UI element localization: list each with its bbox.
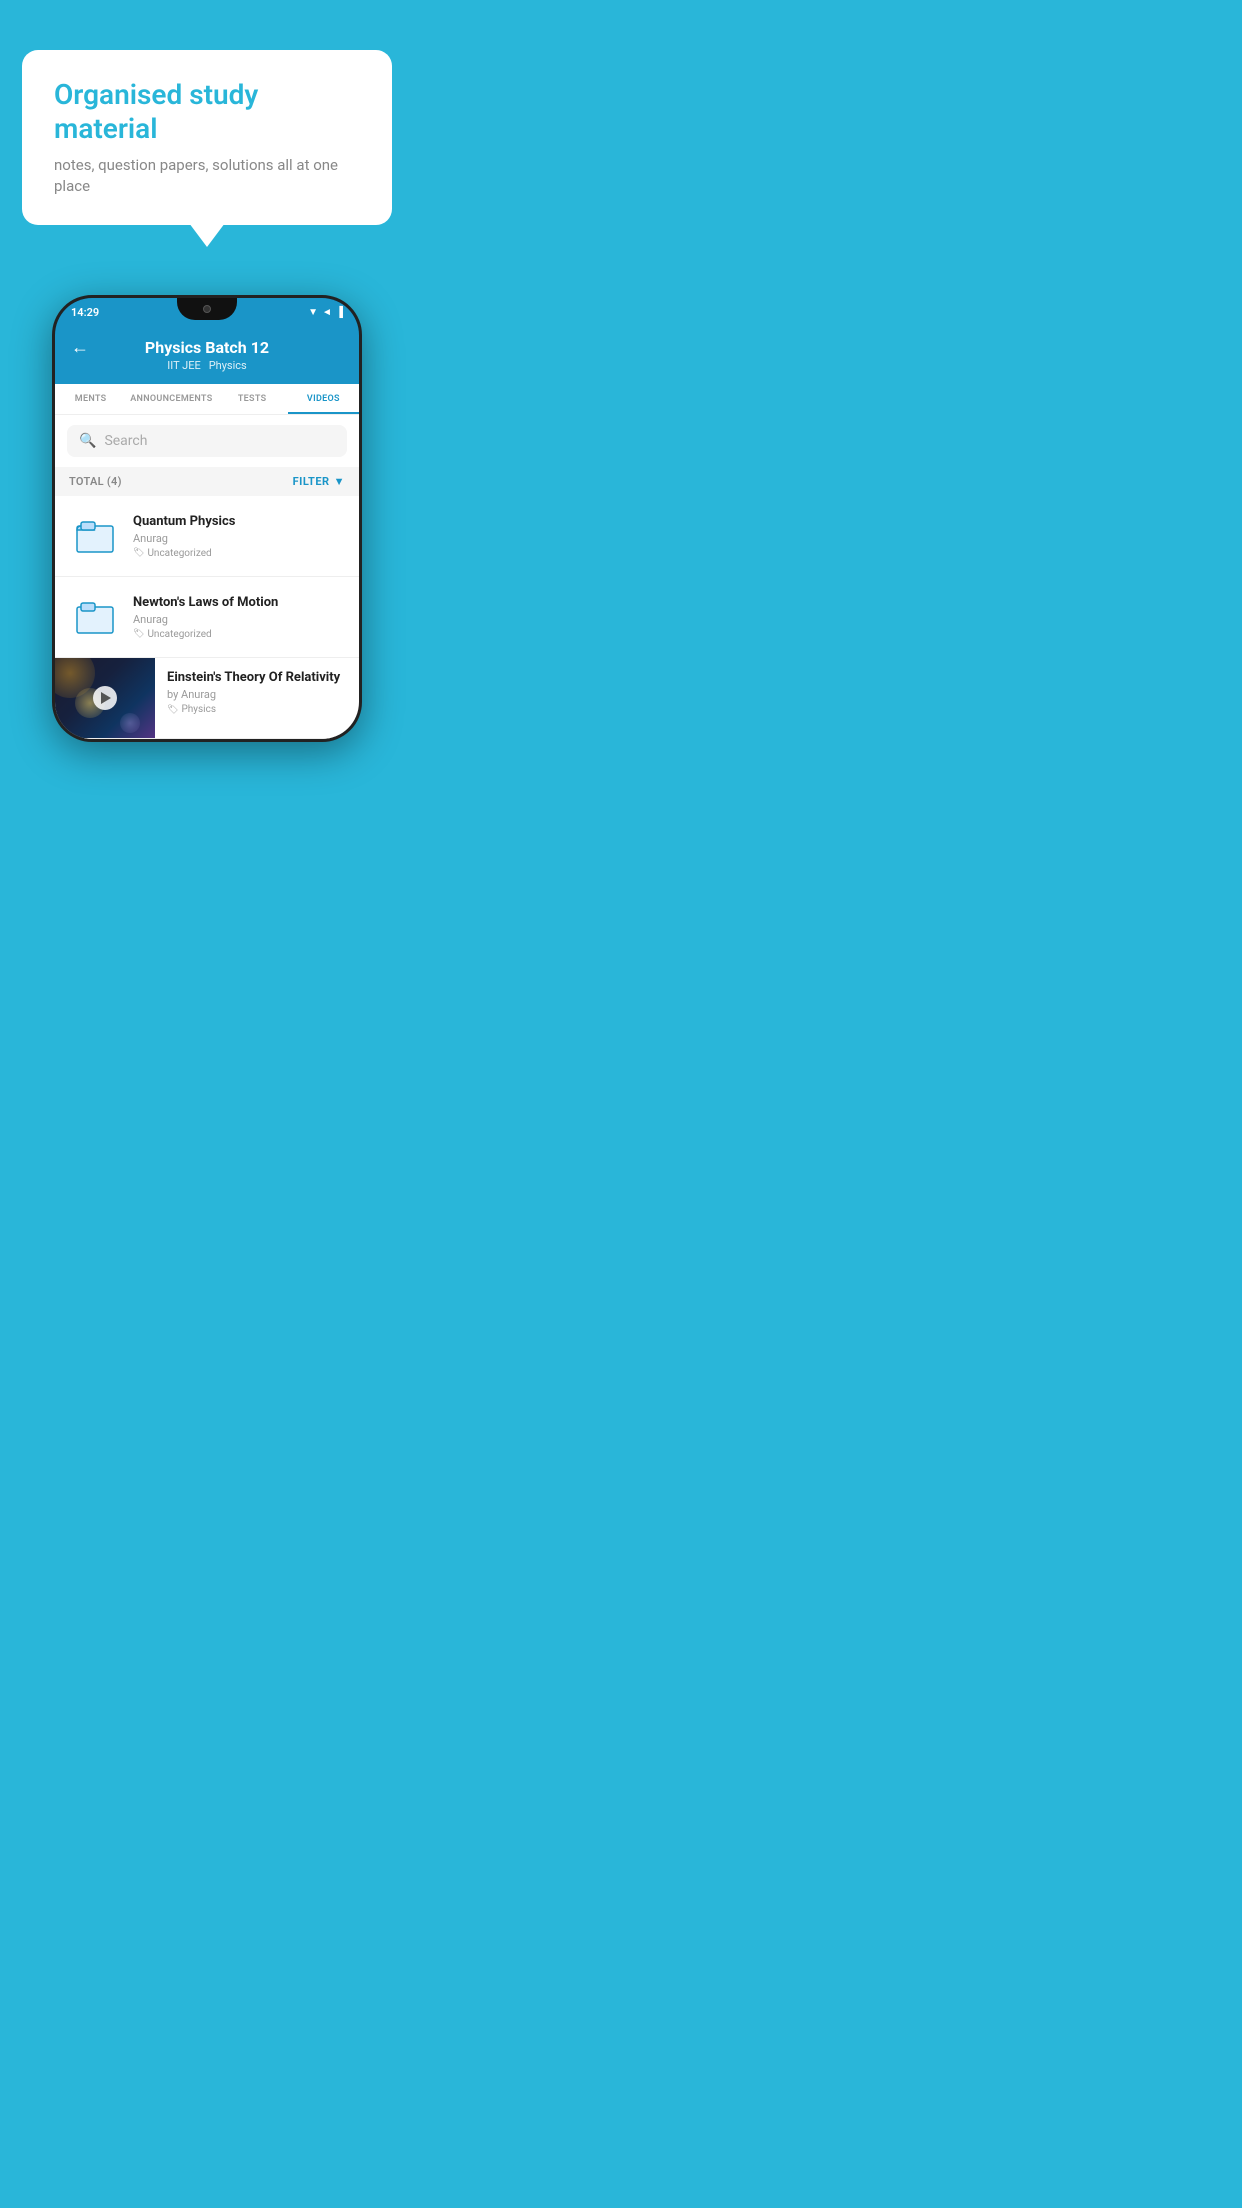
video-title-3: Einstein's Theory Of Relativity — [167, 670, 347, 685]
camera — [203, 305, 211, 313]
list-item[interactable]: Einstein's Theory Of Relativity by Anura… — [55, 658, 359, 739]
header-subtitle: IIT JEE Physics — [167, 359, 246, 372]
total-count: TOTAL (4) — [69, 475, 122, 488]
phone-wrapper: 14:29 ▼ ◄ ▐ ← Physics Batch 12 IIT JEE P… — [0, 255, 414, 742]
header-title: Physics Batch 12 — [145, 338, 269, 357]
signal-icon: ◄ — [322, 307, 332, 318]
tag-label-2: Uncategorized — [147, 629, 211, 640]
filter-bar: TOTAL (4) FILTER ▼ — [55, 467, 359, 496]
volume-up-button — [52, 408, 54, 430]
video-info-3: Einstein's Theory Of Relativity by Anura… — [155, 658, 359, 727]
video-info-1: Quantum Physics Anurag 🏷 Uncategorized — [133, 514, 345, 559]
tag-label-3: Physics — [181, 704, 216, 715]
search-input-wrap[interactable]: 🔍 Search — [67, 425, 347, 457]
phone-frame: 14:29 ▼ ◄ ▐ ← Physics Batch 12 IIT JEE P… — [52, 295, 362, 742]
status-icons: ▼ ◄ ▐ — [308, 307, 343, 318]
video-info-2: Newton's Laws of Motion Anurag 🏷 Uncateg… — [133, 595, 345, 640]
filter-button[interactable]: FILTER ▼ — [293, 475, 345, 488]
video-title-2: Newton's Laws of Motion — [133, 595, 345, 610]
tag-label-1: Uncategorized — [147, 548, 211, 559]
back-button[interactable]: ← — [71, 337, 89, 358]
notch — [177, 298, 237, 320]
header-top: ← Physics Batch 12 — [71, 338, 343, 357]
video-list: Quantum Physics Anurag 🏷 Uncategorized — [55, 496, 359, 739]
folder-thumb-1 — [69, 510, 121, 562]
tab-ments[interactable]: MENTS — [55, 384, 126, 414]
video-tag-1: 🏷 Uncategorized — [133, 548, 345, 559]
search-container: 🔍 Search — [55, 415, 359, 467]
bubble-subtitle: notes, question papers, solutions all at… — [54, 155, 360, 197]
hero-section: Organised study material notes, question… — [0, 0, 414, 255]
video-thumbnail-3 — [55, 658, 155, 738]
list-item[interactable]: Quantum Physics Anurag 🏷 Uncategorized — [55, 496, 359, 577]
side-buttons-right — [360, 438, 362, 468]
video-author-2: Anurag — [133, 613, 345, 626]
battery-icon: ▐ — [336, 307, 343, 318]
tag-icon-2: 🏷 — [133, 629, 144, 639]
list-item[interactable]: Newton's Laws of Motion Anurag 🏷 Uncateg… — [55, 577, 359, 658]
status-bar: 14:29 ▼ ◄ ▐ — [55, 298, 359, 326]
filter-label: FILTER — [293, 475, 330, 488]
glow-circle-3 — [120, 713, 140, 733]
bubble-title: Organised study material — [54, 78, 360, 145]
tag-icon-3: 🏷 — [167, 705, 178, 715]
search-placeholder: Search — [104, 433, 147, 449]
tab-tests[interactable]: TESTS — [216, 384, 287, 414]
folder-icon — [75, 599, 115, 635]
side-buttons-left — [52, 408, 54, 460]
header-subtitle-physics: Physics — [209, 359, 247, 372]
video-author-3: by Anurag — [167, 688, 347, 701]
header-subtitle-iitjee: IIT JEE — [167, 359, 200, 372]
video-tag-3: 🏷 Physics — [167, 704, 347, 715]
video-tag-2: 🏷 Uncategorized — [133, 629, 345, 640]
folder-thumb-2 — [69, 591, 121, 643]
play-button-3[interactable] — [93, 686, 117, 710]
speech-bubble: Organised study material notes, question… — [22, 50, 392, 225]
volume-down-button — [52, 438, 54, 460]
filter-icon: ▼ — [334, 475, 345, 488]
app-header: ← Physics Batch 12 IIT JEE Physics — [55, 326, 359, 384]
wifi-icon: ▼ — [308, 307, 318, 318]
status-time: 14:29 — [71, 306, 99, 319]
power-button — [360, 438, 362, 468]
tabs-bar: MENTS ANNOUNCEMENTS TESTS VIDEOS — [55, 384, 359, 415]
tab-videos[interactable]: VIDEOS — [288, 384, 359, 414]
search-icon: 🔍 — [79, 433, 96, 449]
video-author-1: Anurag — [133, 532, 345, 545]
play-triangle-icon — [101, 692, 111, 704]
tab-announcements[interactable]: ANNOUNCEMENTS — [126, 384, 216, 414]
folder-icon — [75, 518, 115, 554]
tag-icon-1: 🏷 — [133, 548, 144, 558]
video-title-1: Quantum Physics — [133, 514, 345, 529]
